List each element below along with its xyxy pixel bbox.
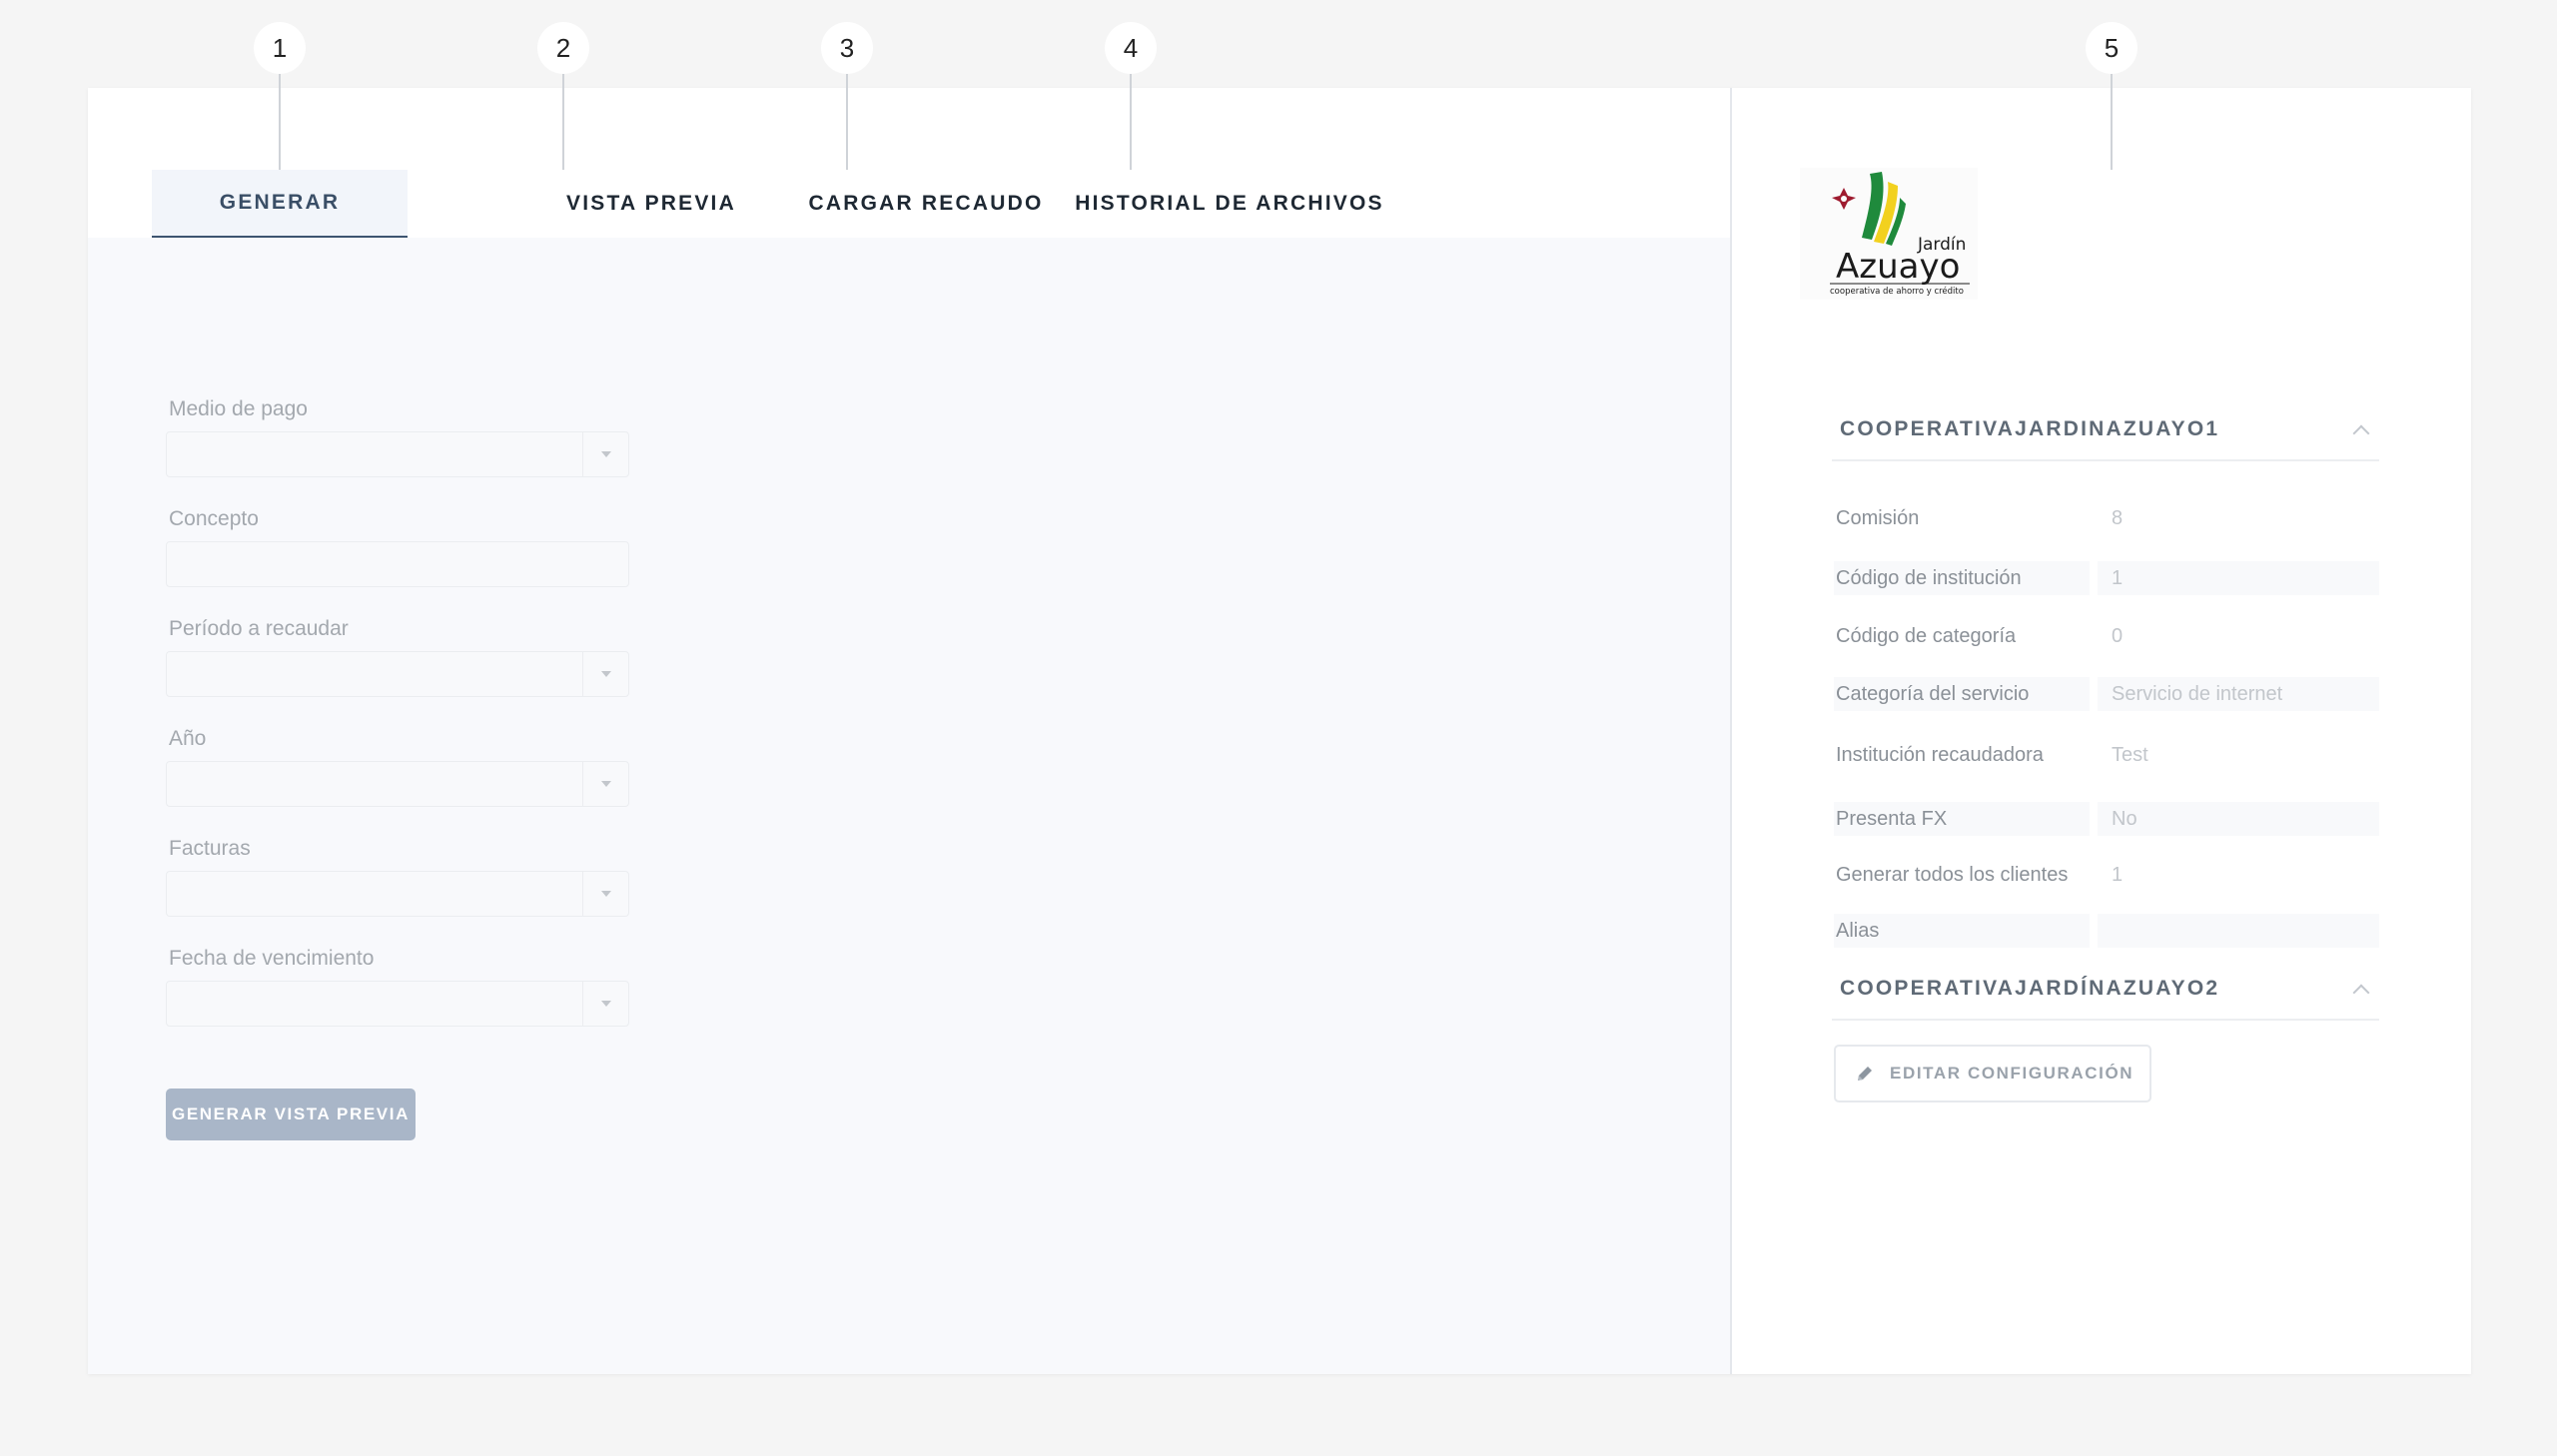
row-comision: Comisión 8 [1834,501,2379,535]
generar-todos-value: 1 [2112,863,2124,886]
editar-configuracion-label: EDITAR CONFIGURACIÓN [1890,1064,2134,1083]
anio-select[interactable] [166,761,629,807]
section-1-title: COOPERATIVAJARDINAZUAYO1 [1840,417,2220,440]
facturas-field: Facturas [166,837,635,917]
alias-value [2098,914,2379,948]
callout-marker-2: 2 [537,22,589,74]
row-codigo-categoria: Código de categoría 0 [1834,619,2379,653]
facturas-label: Facturas [169,837,251,860]
institucion-recaudadora-key: Institución recaudadora [1836,743,2044,766]
chevron-up-icon [2352,984,2370,1002]
callout-marker-3: 3 [821,22,873,74]
fecha-vencimiento-field: Fecha de vencimiento [166,947,635,1027]
medio-de-pago-select[interactable] [166,431,629,477]
row-codigo-institucion: Código de institución 1 [1834,561,2379,595]
tab-generar[interactable]: GENERAR [152,170,408,238]
section-cooperativa-1-header[interactable]: COOPERATIVAJARDINAZUAYO1 [1832,399,2379,461]
chevron-down-icon [600,891,611,897]
facturas-dropdown-toggle[interactable] [582,872,628,916]
facturas-select[interactable] [166,871,629,917]
concepto-input[interactable] [166,541,629,587]
presenta-fx-value: No [2098,802,2379,836]
categoria-servicio-key: Categoría del servicio [1834,677,2090,711]
chevron-down-icon [600,671,611,677]
chevron-up-icon [2352,424,2370,442]
medio-de-pago-label: Medio de pago [169,397,308,420]
fecha-vencimiento-dropdown-toggle[interactable] [582,982,628,1026]
callout-line-5 [2111,74,2113,170]
presenta-fx-key: Presenta FX [1834,802,2090,836]
comision-key: Comisión [1836,506,1920,529]
callout-line-3 [846,74,848,170]
fecha-vencimiento-label: Fecha de vencimiento [169,947,375,970]
fecha-vencimiento-select[interactable] [166,981,629,1027]
periodo-label: Período a recaudar [169,617,349,640]
medio-de-pago-field: Medio de pago [166,397,635,477]
periodo-dropdown-toggle[interactable] [582,652,628,696]
row-institucion-recaudadora: Institución recaudadora Test [1834,738,2379,772]
callout-line-2 [562,74,564,170]
concepto-field: Concepto [166,507,635,587]
chevron-down-icon [600,451,611,457]
generator-panel: GENERAR VISTA PREVIA CARGAR RECAUDO HIST… [88,88,1732,1374]
logo-tagline: cooperativa de ahorro y crédito [1830,286,1964,297]
codigo-categoria-key: Código de categoría [1836,624,2017,647]
config-panel: Jardín Azuayo cooperativa de ahorro y cr… [1732,88,2471,1374]
logo-main-text: Azuayo [1836,247,1960,287]
callout-marker-1: 1 [254,22,306,74]
section-cooperativa-2-header[interactable]: COOPERATIVAJARDÍNAZUAYO2 [1832,959,2379,1021]
row-categoria-servicio: Categoría del servicio Servicio de inter… [1834,677,2379,711]
callout-marker-4: 4 [1105,22,1157,74]
callout-line-1 [279,74,281,170]
codigo-institucion-key: Código de institución [1834,561,2090,595]
chevron-down-icon [600,781,611,787]
pencil-icon [1858,1067,1872,1081]
periodo-field: Período a recaudar [166,617,635,697]
callout-marker-5: 5 [2086,22,2137,74]
anio-dropdown-toggle[interactable] [582,762,628,806]
codigo-categoria-value: 0 [2112,624,2124,647]
tab-bar: GENERAR VISTA PREVIA CARGAR RECAUDO HIST… [88,88,1730,238]
callout-line-4 [1130,74,1132,170]
tab-historial-de-archivos[interactable]: HISTORIAL DE ARCHIVOS [995,170,1464,238]
generar-todos-key: Generar todos los clientes [1836,863,2069,886]
periodo-select[interactable] [166,651,629,697]
comision-value: 8 [2112,506,2124,529]
medio-de-pago-dropdown-toggle[interactable] [582,432,628,476]
alias-key: Alias [1834,914,2090,948]
anio-field: Año [166,727,635,807]
main-card: GENERAR VISTA PREVIA CARGAR RECAUDO HIST… [88,88,2471,1374]
row-presenta-fx: Presenta FX No [1834,802,2379,836]
section-2-title: COOPERATIVAJARDÍNAZUAYO2 [1840,977,2220,1000]
anio-label: Año [169,727,207,750]
codigo-institucion-value: 1 [2098,561,2379,595]
jardin-azuayo-logo: Jardín Azuayo cooperativa de ahorro y cr… [1800,168,1978,300]
row-alias: Alias [1834,914,2379,948]
generar-vista-previa-button[interactable]: GENERAR VISTA PREVIA [166,1089,416,1140]
chevron-down-icon [600,1001,611,1007]
editar-configuracion-button[interactable]: EDITAR CONFIGURACIÓN [1834,1045,2151,1102]
row-generar-todos: Generar todos los clientes 1 [1834,858,2379,892]
concepto-label: Concepto [169,507,259,530]
categoria-servicio-value: Servicio de internet [2098,677,2379,711]
institucion-recaudadora-value: Test [2112,743,2148,766]
